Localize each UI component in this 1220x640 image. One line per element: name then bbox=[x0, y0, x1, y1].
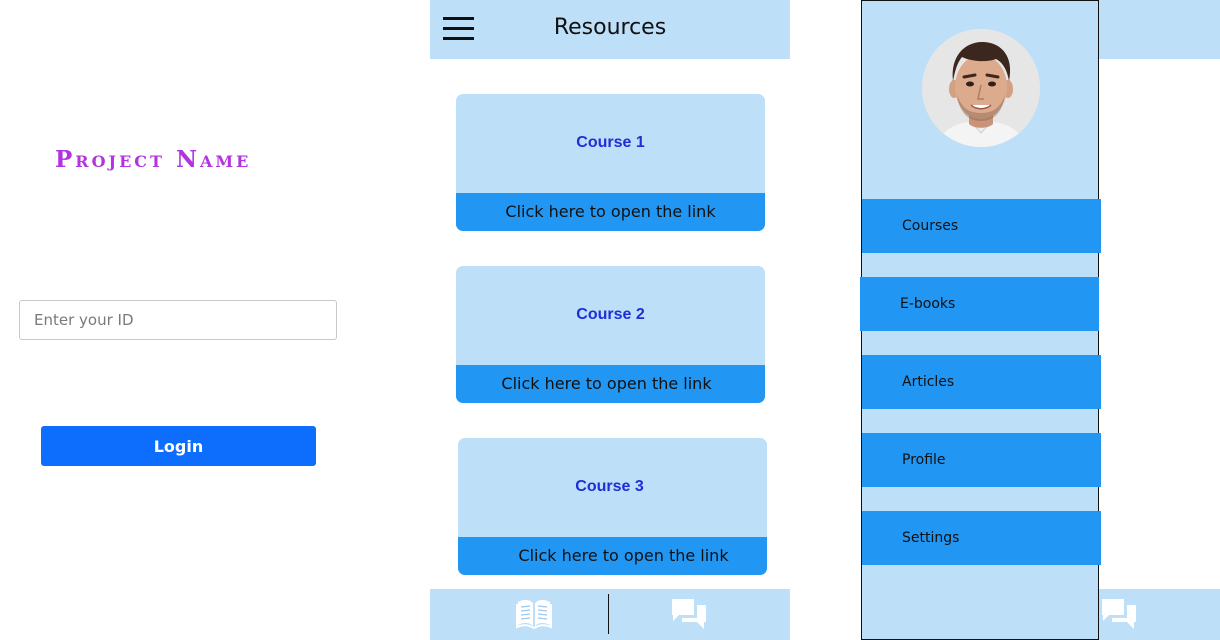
course-card: Course 3 Click here to open the link bbox=[458, 438, 767, 575]
chat-icon[interactable] bbox=[1100, 597, 1138, 631]
menu-item-courses[interactable]: Courses bbox=[862, 199, 1101, 253]
avatar[interactable] bbox=[922, 29, 1040, 147]
course-title: Course 3 bbox=[575, 478, 644, 495]
nav-drawer: Courses E-books Articles Profile Setting… bbox=[860, 0, 1101, 640]
bottom-nav-behind-drawer bbox=[1098, 589, 1220, 640]
menu-item-articles[interactable]: Articles bbox=[862, 355, 1101, 409]
login-button[interactable]: Login bbox=[41, 426, 316, 466]
course-title: Course 2 bbox=[576, 306, 645, 323]
nav-divider bbox=[608, 594, 609, 634]
course-link[interactable]: Click here to open the link bbox=[456, 193, 765, 231]
menu-item-profile[interactable]: Profile bbox=[862, 433, 1101, 487]
menu-item-ebooks[interactable]: E-books bbox=[860, 277, 1099, 331]
profile-photo bbox=[922, 29, 1040, 147]
app-root: Project Name Login Resources Course 1 Cl… bbox=[0, 0, 1220, 640]
course-card: Course 2 Click here to open the link bbox=[456, 266, 765, 403]
page-title: Resources bbox=[553, 15, 667, 40]
id-input[interactable] bbox=[19, 300, 337, 340]
bottom-nav bbox=[430, 589, 790, 640]
book-icon[interactable] bbox=[516, 597, 552, 629]
header-behind-drawer bbox=[1098, 0, 1220, 59]
project-name: Project Name bbox=[55, 146, 252, 173]
resources-header: Resources bbox=[430, 0, 790, 59]
course-title: Course 1 bbox=[576, 134, 645, 151]
course-link[interactable]: Click here to open the link bbox=[456, 365, 765, 403]
menu-item-settings[interactable]: Settings bbox=[862, 511, 1101, 565]
course-link[interactable]: Click here to open the link bbox=[458, 537, 767, 575]
course-card: Course 1 Click here to open the link bbox=[456, 94, 765, 231]
chat-icon[interactable] bbox=[670, 597, 708, 631]
